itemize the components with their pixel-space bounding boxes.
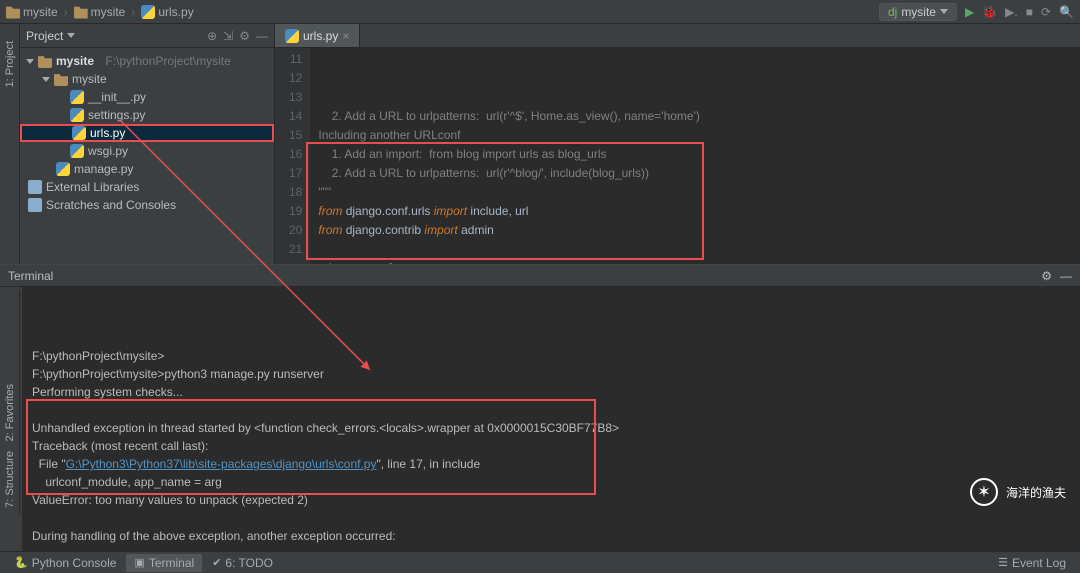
run-config-selector[interactable]: djmysite — [879, 3, 957, 21]
chevron-right-icon: › — [131, 5, 135, 19]
run-anything-button[interactable]: ▶. — [1005, 5, 1018, 19]
python-file-icon — [56, 162, 70, 176]
gear-icon[interactable]: ⚙ — [1041, 269, 1052, 283]
python-file-icon — [285, 29, 299, 43]
main-area: 1: Project Project ⊕ ⇲ ⚙ — mysite F:\pyt… — [0, 24, 1080, 264]
tab-event-log[interactable]: ☰ Event Log — [990, 554, 1074, 572]
stop-button[interactable]: ■ — [1026, 5, 1033, 19]
python-file-icon — [28, 180, 42, 194]
gear-icon[interactable]: ⚙ — [239, 29, 250, 43]
editor-area: urls.py × 1112131415161718192021 2. Add … — [275, 24, 1080, 264]
tree-item-external-libraries[interactable]: External Libraries — [20, 178, 274, 196]
terminal-tool-window: Terminal ⚙ — + × F:\pythonProject\mysite… — [0, 264, 1080, 551]
chevron-down-icon — [67, 33, 75, 38]
tab-python-console[interactable]: 🐍 Python Console — [6, 554, 124, 572]
editor-tab-urls[interactable]: urls.py × — [275, 24, 360, 47]
top-bar: mysite › mysite › urls.py djmysite ▶ 🐞 ▶… — [0, 0, 1080, 24]
chevron-down-icon — [26, 59, 34, 64]
tab-project[interactable]: 1: Project — [1, 34, 19, 94]
terminal-output[interactable]: F:\pythonProject\mysite>F:\pythonProject… — [22, 287, 1080, 551]
update-button[interactable]: ⟳ — [1041, 5, 1051, 19]
chevron-right-icon: › — [64, 5, 68, 19]
project-tree[interactable]: mysite F:\pythonProject\mysite mysite__i… — [20, 48, 274, 218]
breadcrumb: mysite › mysite › urls.py — [6, 5, 194, 19]
debug-button[interactable]: 🐞 — [982, 5, 997, 19]
traceback-file-link[interactable]: G:\Python3\Python37\lib\site-packages\dj… — [66, 457, 377, 471]
run-button[interactable]: ▶ — [965, 5, 974, 19]
collapse-icon[interactable]: ⇲ — [223, 29, 233, 43]
breadcrumb-file[interactable]: urls.py — [141, 5, 193, 19]
locate-icon[interactable]: ⊕ — [207, 29, 217, 43]
tree-item-mysite[interactable]: mysite — [20, 70, 274, 88]
project-pane-title[interactable]: Project — [26, 29, 63, 43]
watermark: ✶ 海洋的渔夫 — [970, 478, 1066, 506]
bottom-tool-tabs: 🐍 Python Console ▣ Terminal ✔ 6: TODO ☰ … — [0, 551, 1080, 573]
tree-item-settings-py[interactable]: settings.py — [20, 106, 274, 124]
tree-item-scratches-and-consoles[interactable]: Scratches and Consoles — [20, 196, 274, 214]
wechat-icon: ✶ — [970, 478, 998, 506]
line-gutter: 1112131415161718192021 — [275, 48, 310, 264]
terminal-header: Terminal ⚙ — — [0, 265, 1080, 287]
folder-icon — [54, 72, 68, 86]
project-tool-window: Project ⊕ ⇲ ⚙ — mysite F:\pythonProject\… — [20, 24, 275, 264]
python-file-icon — [70, 90, 84, 104]
breadcrumb-root[interactable]: mysite — [6, 5, 58, 19]
tree-item-__init__-py[interactable]: __init__.py — [20, 88, 274, 106]
left-tool-stripe: 1: Project — [0, 24, 20, 264]
close-icon[interactable]: × — [342, 29, 349, 43]
terminal-title: Terminal — [8, 269, 53, 283]
tab-todo[interactable]: ✔ 6: TODO — [204, 554, 281, 572]
search-button[interactable]: 🔍 — [1059, 5, 1074, 19]
tree-item-manage-py[interactable]: manage.py — [20, 160, 274, 178]
hide-icon[interactable]: — — [256, 29, 268, 43]
hide-icon[interactable]: — — [1060, 269, 1072, 283]
left-tool-stripe-lower: 2: Favorites 7: Structure — [0, 290, 20, 514]
tab-structure[interactable]: 7: Structure — [4, 451, 16, 508]
python-file-icon — [72, 126, 86, 140]
project-pane-header: Project ⊕ ⇲ ⚙ — — [20, 24, 274, 48]
tree-root[interactable]: mysite F:\pythonProject\mysite — [20, 52, 274, 70]
folder-icon — [74, 5, 88, 19]
chevron-down-icon — [940, 9, 948, 14]
tree-item-urls-py[interactable]: urls.py — [20, 124, 274, 142]
python-file-icon — [70, 108, 84, 122]
folder-icon — [38, 54, 52, 68]
tab-terminal[interactable]: ▣ Terminal — [126, 554, 202, 572]
breadcrumb-folder[interactable]: mysite — [74, 5, 126, 19]
code-content[interactable]: 2. Add a URL to urlpatterns: url(r'^$', … — [310, 48, 708, 264]
folder-icon — [6, 5, 20, 19]
editor-tabs: urls.py × — [275, 24, 1080, 48]
code-editor[interactable]: 1112131415161718192021 2. Add a URL to u… — [275, 48, 1080, 264]
python-file-icon — [141, 5, 155, 19]
tab-favorites[interactable]: 2: Favorites — [4, 384, 16, 441]
toolbar-right: djmysite ▶ 🐞 ▶. ■ ⟳ 🔍 — [879, 3, 1074, 21]
python-file-icon — [28, 198, 42, 212]
tree-item-wsgi-py[interactable]: wsgi.py — [20, 142, 274, 160]
python-file-icon — [70, 144, 84, 158]
